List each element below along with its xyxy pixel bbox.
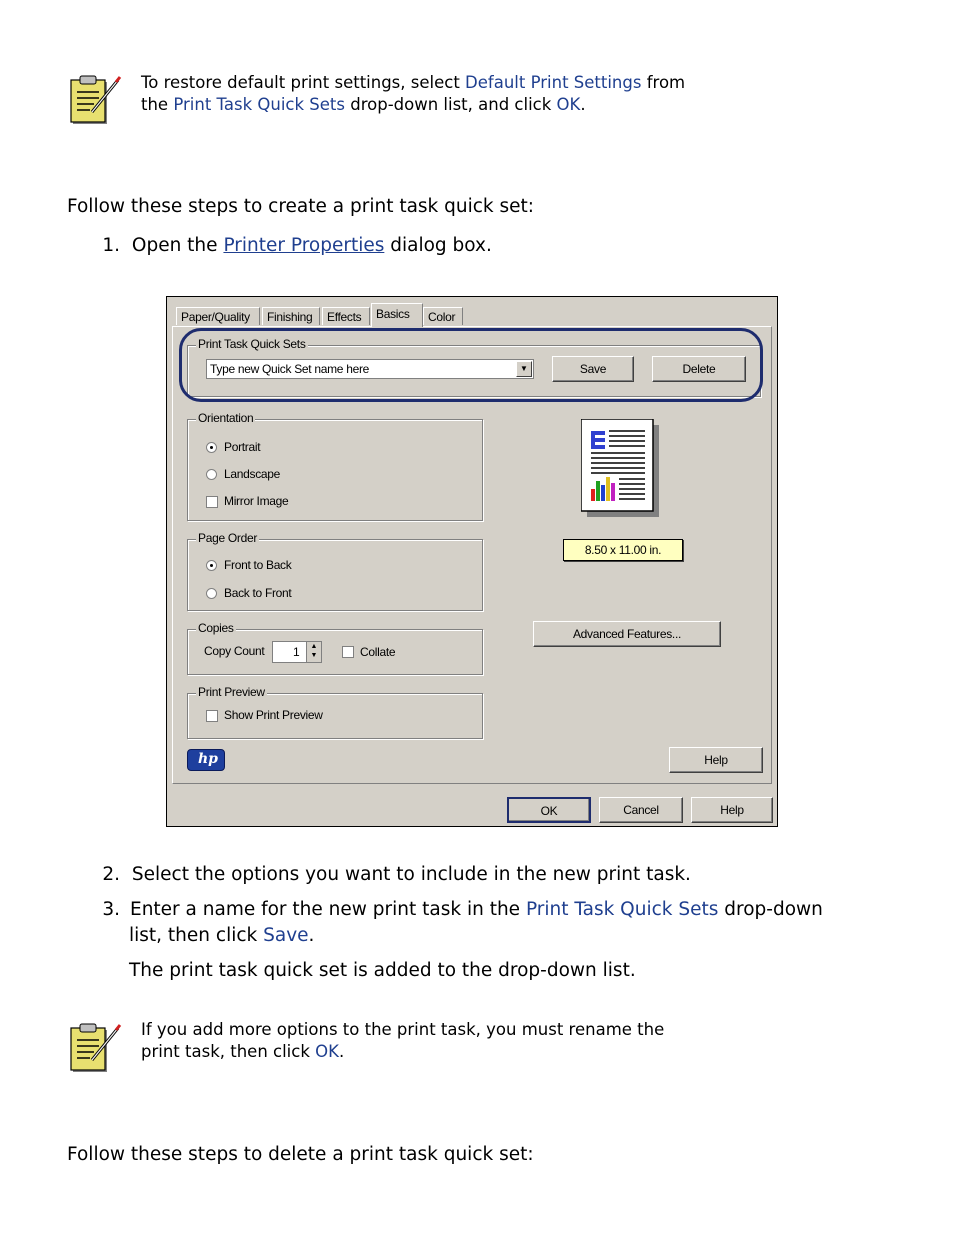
default-print-settings-ref: Default Print Settings [465, 73, 642, 92]
hp-logo: hp [187, 749, 225, 771]
step1-text: Open the [131, 235, 224, 256]
quick-set-combo[interactable]: Type new Quick Set name here ▼ [206, 359, 534, 379]
step-2: 2. Select the options you want to includ… [94, 862, 691, 888]
save-button[interactable]: Save [552, 356, 634, 382]
ok-ref: OK [315, 1042, 339, 1061]
orientation-group: Orientation Portrait Landscape Mirror Im… [187, 411, 483, 521]
page-order-label: Page Order [196, 531, 260, 545]
print-task-quick-sets-ref: Print Task Quick Sets [525, 899, 719, 920]
step2-text: Select the options you want to include i… [131, 864, 691, 885]
portrait-radio[interactable] [206, 442, 217, 453]
help-button[interactable]: Help [691, 797, 773, 823]
page-order-group: Page Order Front to Back Back to Front [187, 531, 483, 611]
copy-count-label: Copy Count [204, 644, 265, 658]
quick-sets-group: Print Task Quick Sets Type new Quick Set… [187, 337, 761, 397]
spin-arrows-icon[interactable]: ▲ ▼ [306, 642, 321, 662]
mirror-image-checkbox[interactable] [206, 496, 218, 508]
show-print-preview-checkbox[interactable] [206, 710, 218, 722]
step3-text: . [308, 925, 315, 946]
delete-button[interactable]: Delete [652, 356, 746, 382]
print-preview-label: Print Preview [196, 685, 267, 699]
printer-properties-dialog: Paper/Quality Finishing Effects Basics C… [166, 296, 778, 827]
collate-checkbox[interactable] [342, 646, 354, 658]
back-to-front-label: Back to Front [224, 586, 292, 600]
help-inner-button[interactable]: Help [669, 747, 763, 773]
print-task-quick-sets-ref: Print Task Quick Sets [173, 95, 345, 114]
copy-count-value[interactable]: 1 [293, 645, 300, 659]
note-icon [70, 74, 124, 128]
show-print-preview-label: Show Print Preview [224, 708, 323, 722]
tab-basics[interactable]: Basics [371, 303, 423, 327]
tab-effects[interactable]: Effects [322, 307, 370, 325]
note1-text: the [141, 95, 174, 114]
quick-sets-label: Print Task Quick Sets [196, 337, 308, 351]
note1-text: drop-down list, and click [344, 95, 557, 114]
intro-delete: Follow these steps to delete a print tas… [67, 1144, 534, 1165]
note-icon [70, 1022, 124, 1076]
landscape-radio[interactable] [206, 469, 217, 480]
printer-properties-link[interactable]: Printer Properties [223, 235, 384, 256]
tab-color[interactable]: Color [423, 307, 463, 325]
step3-text: drop-down [718, 899, 823, 920]
orientation-label: Orientation [196, 411, 256, 425]
page-preview-icon [580, 418, 663, 521]
chevron-down-icon[interactable]: ▼ [516, 361, 532, 377]
tab-finishing[interactable]: Finishing [262, 307, 320, 325]
step1-text: dialog box. [384, 235, 492, 256]
note1-text: . [580, 95, 586, 114]
print-preview-group: Print Preview Show Print Preview [187, 685, 483, 739]
save-ref: Save [263, 925, 309, 946]
note1-text: To restore default print settings, selec… [141, 73, 466, 92]
copies-group: Copies Copy Count 1 ▲ ▼ Collate [187, 621, 483, 675]
cancel-button[interactable]: Cancel [599, 797, 683, 823]
front-to-back-label: Front to Back [224, 558, 292, 572]
note2-line1: If you add more options to the print tas… [141, 1020, 665, 1039]
paper-size-badge: 8.50 x 11.00 in. [563, 539, 683, 561]
note-restore-defaults: To restore default print settings, selec… [141, 72, 781, 116]
step3-text: Enter a name for the new print task in t… [130, 899, 526, 920]
ok-button[interactable]: OK [507, 797, 591, 823]
step-3: 3. Enter a name for the new print task in… [94, 897, 894, 949]
copy-count-stepper[interactable]: 1 ▲ ▼ [272, 641, 322, 663]
landscape-label: Landscape [224, 467, 281, 481]
mirror-image-label: Mirror Image [224, 494, 289, 508]
step-3-result: The print task quick set is added to the… [129, 960, 636, 981]
back-to-front-radio[interactable] [206, 588, 217, 599]
basics-panel: Print Task Quick Sets Type new Quick Set… [172, 326, 772, 784]
step-1: 1. Open the Printer Properties dialog bo… [94, 233, 492, 259]
ok-ref: OK [556, 95, 581, 114]
front-to-back-radio[interactable] [206, 560, 217, 571]
note1-text: from [641, 73, 686, 92]
hp-logo-text: hp [198, 751, 218, 767]
quick-set-input[interactable]: Type new Quick Set name here [210, 362, 369, 376]
note-rename-task: If you add more options to the print tas… [141, 1019, 781, 1063]
tab-paper-quality[interactable]: Paper/Quality [176, 307, 260, 325]
note2-text: . [338, 1042, 345, 1061]
intro-create: Follow these steps to create a print tas… [67, 196, 535, 217]
copies-label: Copies [196, 621, 236, 635]
collate-label: Collate [360, 645, 396, 659]
advanced-features-button[interactable]: Advanced Features... [533, 621, 721, 647]
step-number: 2. [102, 864, 120, 885]
note2-text: print task, then click [141, 1042, 316, 1061]
step3-text: list, then click [129, 925, 264, 946]
portrait-label: Portrait [224, 440, 261, 454]
step-number: 1. [102, 235, 120, 256]
step-number: 3. [102, 899, 120, 920]
